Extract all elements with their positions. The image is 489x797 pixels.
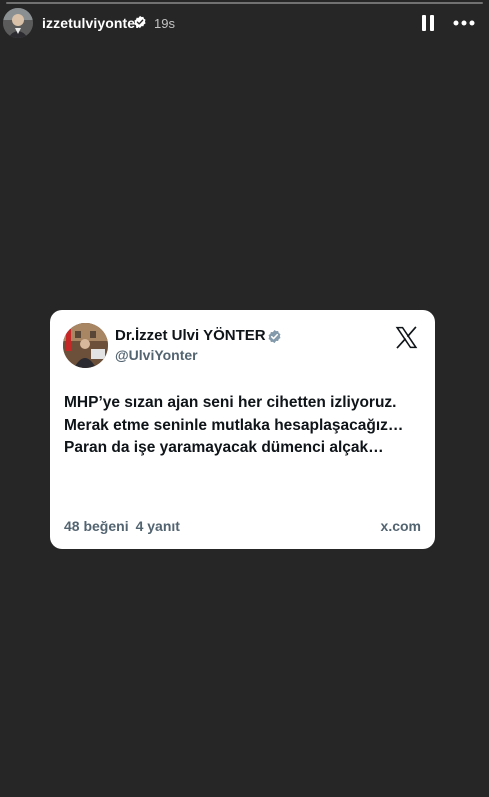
tweet-author-handle: @UlviYonter [115, 347, 198, 363]
profile-username[interactable]: izzetulviyonter [42, 15, 141, 31]
story-viewer[interactable]: izzetulviyonter 19s Dr.İzzet Ulvi YÖNTER… [0, 0, 489, 797]
verified-badge-icon [133, 15, 147, 29]
x-logo-icon [394, 325, 419, 350]
tweet-author-name: Dr.İzzet Ulvi YÖNTER [115, 327, 266, 344]
verified-badge-icon [267, 329, 282, 344]
story-header: izzetulviyonter 19s [0, 8, 489, 38]
tweet-author-avatar [63, 323, 108, 368]
tweet-replies: 4 yanıt [135, 518, 180, 534]
tweet-likes: 48 beğeni [64, 518, 129, 534]
story-progress-bar [6, 2, 483, 4]
story-timestamp: 19s [154, 16, 175, 31]
pause-icon[interactable] [417, 12, 439, 34]
more-options-icon[interactable] [452, 12, 476, 34]
tweet-card[interactable]: Dr.İzzet Ulvi YÖNTER @UlviYonter MHP’ye … [50, 310, 435, 549]
tweet-stats: 48 beğeni 4 yanıt [64, 518, 180, 534]
tweet-source-domain: x.com [380, 518, 421, 534]
profile-avatar[interactable] [3, 8, 33, 38]
tweet-text: MHP’ye sızan ajan seni her cihetten izli… [64, 394, 404, 456]
